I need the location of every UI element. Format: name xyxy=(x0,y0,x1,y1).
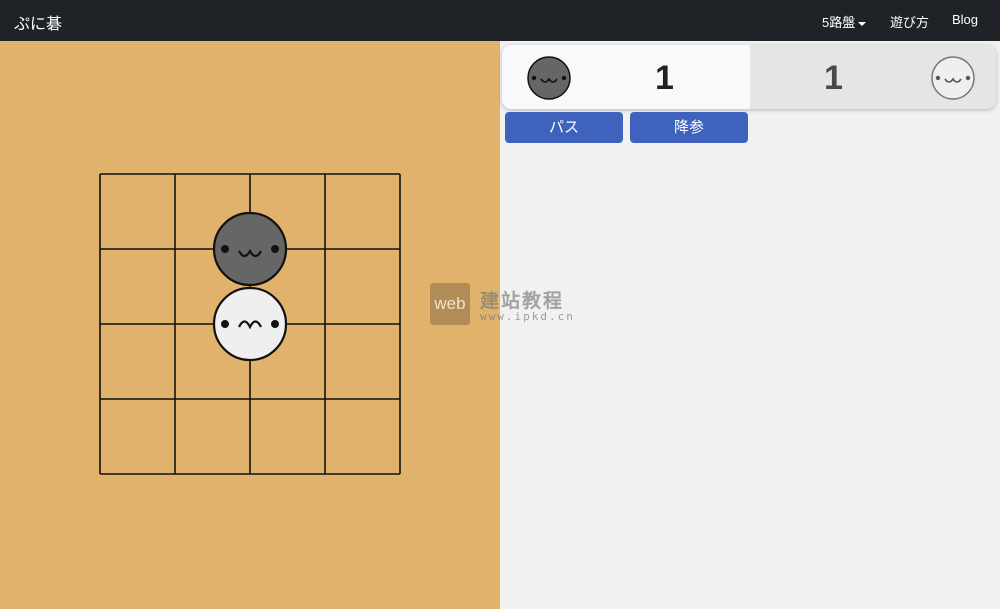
watermark-url: www.ipkd.cn xyxy=(480,310,575,323)
black-player-avatar-icon xyxy=(527,56,571,100)
white-player-avatar-icon xyxy=(931,56,975,100)
white-stone xyxy=(212,286,288,362)
pass-button[interactable]: パス xyxy=(505,112,623,143)
brand-logo[interactable]: ぷに碁 xyxy=(14,10,62,34)
watermark-logo: web xyxy=(430,283,470,325)
black-stone xyxy=(212,211,288,287)
board-size-label: 5路盤 xyxy=(822,15,856,30)
go-board[interactable] xyxy=(0,41,500,609)
black-score: 1 xyxy=(655,59,674,97)
navbar: ぷに碁 5路盤 遊び方 Blog xyxy=(0,0,1000,41)
black-player-panel: 1 xyxy=(502,45,750,109)
nav-link-howto[interactable]: 遊び方 xyxy=(890,12,929,31)
watermark: web 建站教程 www.ipkd.cn xyxy=(430,283,580,327)
board-area xyxy=(0,41,500,609)
nav-link-blog[interactable]: Blog xyxy=(952,12,978,27)
score-panel: 1 1 xyxy=(502,45,996,109)
board-size-dropdown[interactable]: 5路盤 xyxy=(822,12,867,31)
resign-button[interactable]: 降参 xyxy=(630,112,748,143)
watermark-name: 建站教程 xyxy=(480,291,565,312)
white-score: 1 xyxy=(824,59,843,97)
white-player-panel: 1 xyxy=(750,45,996,109)
chevron-down-icon xyxy=(858,21,867,26)
